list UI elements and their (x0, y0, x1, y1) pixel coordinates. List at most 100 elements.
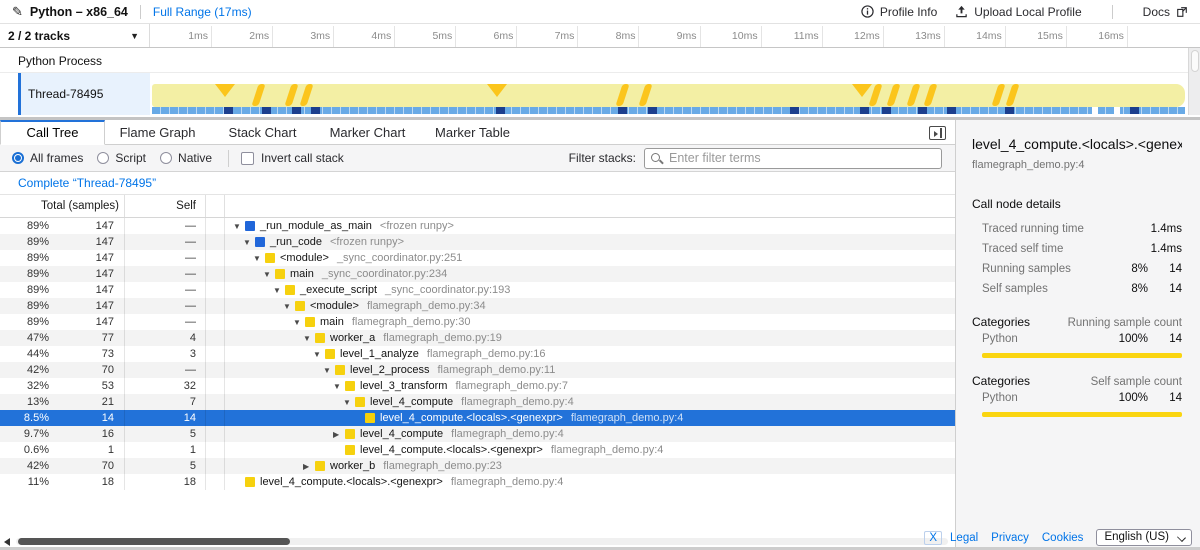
sample-strip (152, 107, 1185, 114)
table-row[interactable]: 13%217▼level_4_computeflamegraph_demo.py… (0, 394, 955, 410)
expander-collapse-icon[interactable]: ▼ (323, 366, 335, 375)
python-category-icon (345, 381, 355, 391)
column-header-self[interactable]: Self (125, 195, 206, 217)
table-row[interactable]: 42%705▶worker_bflamegraph_demo.py:23 (0, 458, 955, 474)
table-row[interactable]: 89%147—▼<module>flamegraph_demo.py:34 (0, 298, 955, 314)
table-row[interactable]: 47%774▼worker_aflamegraph_demo.py:19 (0, 330, 955, 346)
table-row[interactable]: 0.6%11level_4_compute.<locals>.<genexpr>… (0, 442, 955, 458)
ruler-tick-label: 9ms (677, 30, 697, 42)
python-category-icon (325, 349, 335, 359)
scrollbar-thumb[interactable] (1191, 50, 1199, 72)
expander-expand-icon[interactable]: ▶ (303, 462, 315, 471)
upload-profile-button[interactable]: Upload Local Profile (955, 5, 1081, 19)
table-row[interactable]: 42%70—▼level_2_processflamegraph_demo.py… (0, 362, 955, 378)
expander-collapse-icon[interactable]: ▼ (273, 286, 285, 295)
row-total-samples: 147 (49, 236, 119, 248)
open-sidebar-toggle[interactable] (929, 126, 946, 140)
breadcrumb-root[interactable]: Complete “Thread-78495” (18, 176, 156, 190)
table-row[interactable]: 32%5332▼level_3_transformflamegraph_demo… (0, 378, 955, 394)
table-row[interactable]: 89%147—▼_execute_script_sync_coordinator… (0, 282, 955, 298)
ruler-tick-label: 13ms (915, 30, 941, 42)
docs-button[interactable]: Docs (1143, 5, 1188, 19)
python-category-icon (305, 317, 315, 327)
radio-native[interactable] (160, 152, 172, 164)
table-row[interactable]: 89%147—▼<module>_sync_coordinator.py:251 (0, 250, 955, 266)
expander-expand-icon[interactable]: ▶ (333, 430, 345, 439)
expander-collapse-icon[interactable]: ▼ (233, 222, 245, 231)
tracks-dropdown[interactable]: 2 / 2 tracks ▼ (0, 24, 150, 47)
expander-collapse-icon[interactable]: ▼ (283, 302, 295, 311)
expander-collapse-icon[interactable]: ▼ (263, 270, 275, 279)
timeline-vertical-scrollbar[interactable] (1188, 48, 1200, 115)
tab-flame-graph[interactable]: Flame Graph (105, 120, 210, 145)
radio-script-label[interactable]: Script (115, 151, 146, 165)
full-range-breadcrumb[interactable]: Full Range (17ms) (153, 5, 252, 19)
python-category-icon (245, 477, 255, 487)
table-row[interactable]: 89%147—▼_run_code<frozen runpy> (0, 234, 955, 250)
row-self-samples: — (125, 266, 206, 282)
language-select[interactable]: English (US) (1096, 529, 1192, 546)
table-row[interactable]: 9.7%165▶level_4_computeflamegraph_demo.p… (0, 426, 955, 442)
scroll-left-arrow-icon[interactable] (4, 538, 10, 546)
sample-dark-segment (618, 107, 627, 114)
radio-script[interactable] (97, 152, 109, 164)
thread-activity-graph[interactable] (150, 73, 1188, 115)
footer-link-legal[interactable]: Legal (950, 532, 978, 544)
table-row[interactable]: 8.5%1414level_4_compute.<locals>.<genexp… (0, 410, 955, 426)
table-row[interactable]: 89%147—▼mainflamegraph_demo.py:30 (0, 314, 955, 330)
edit-profile-name-icon[interactable]: ✎ (12, 4, 23, 20)
sample-dark-segment (1005, 107, 1014, 114)
process-track-row[interactable]: Python Process (0, 48, 1188, 73)
tab-marker-chart[interactable]: Marker Chart (315, 120, 420, 145)
expander-collapse-icon[interactable]: ▼ (333, 382, 345, 391)
row-file-location: flamegraph_demo.py:7 (455, 380, 568, 392)
radio-native-label[interactable]: Native (178, 151, 212, 165)
ruler-tick: 13ms (944, 26, 945, 47)
radio-all-frames-label[interactable]: All frames (30, 151, 83, 165)
category-percent: 100% (1104, 333, 1148, 345)
profile-name[interactable]: Python – x86_64 (30, 5, 128, 19)
chevron-down-icon: ▼ (130, 31, 139, 41)
row-total-percent: 89% (0, 316, 49, 328)
expander-collapse-icon[interactable]: ▼ (253, 254, 265, 263)
horizontal-scrollbar-thumb[interactable] (18, 538, 290, 545)
table-row[interactable]: 44%733▼level_1_analyzeflamegraph_demo.py… (0, 346, 955, 362)
detail-value: 1.4ms (1148, 243, 1182, 255)
expander-collapse-icon[interactable]: ▼ (303, 334, 315, 343)
detail-label: Running samples (982, 263, 1104, 275)
row-function-name: _execute_script (300, 284, 377, 296)
expander-collapse-icon[interactable]: ▼ (243, 238, 255, 247)
detail-label: Traced self time (982, 243, 1104, 255)
footer-close-button[interactable]: X (924, 531, 942, 545)
python-category-icon (315, 333, 325, 343)
expander-collapse-icon[interactable]: ▼ (343, 398, 355, 407)
chevron-down-icon (1177, 533, 1186, 542)
detail-value: 14 (1148, 283, 1182, 295)
column-header-total[interactable]: Total (samples) (0, 195, 125, 217)
row-file-location: _sync_coordinator.py:193 (385, 284, 510, 296)
expander-collapse-icon[interactable]: ▼ (293, 318, 305, 327)
radio-all-frames[interactable] (12, 152, 24, 164)
python-category-icon (285, 285, 295, 295)
python-category-icon (295, 301, 305, 311)
profile-info-button[interactable]: Profile Info (861, 5, 937, 19)
tab-marker-table[interactable]: Marker Table (420, 120, 525, 145)
expander-collapse-icon[interactable]: ▼ (313, 350, 325, 359)
category-percent: 100% (1104, 392, 1148, 404)
footer-link-cookies[interactable]: Cookies (1042, 532, 1084, 544)
footer-link-privacy[interactable]: Privacy (991, 532, 1029, 544)
row-total-samples: 70 (49, 460, 119, 472)
invert-call-stack-checkbox[interactable] (241, 152, 254, 165)
filter-search-input[interactable] (669, 149, 937, 168)
tab-call-tree[interactable]: Call Tree (0, 120, 105, 145)
column-header-spacer (206, 195, 225, 217)
invert-call-stack-label[interactable]: Invert call stack (261, 151, 344, 165)
tab-stack-chart[interactable]: Stack Chart (210, 120, 315, 145)
ruler-tick-label: 5ms (432, 30, 452, 42)
table-row[interactable]: 89%147—▼_run_module_as_main<frozen runpy… (0, 218, 955, 234)
table-row[interactable]: 11%1818level_4_compute.<locals>.<genexpr… (0, 474, 955, 490)
row-total-samples: 77 (49, 332, 119, 344)
row-self-samples: 14 (125, 410, 206, 426)
table-row[interactable]: 89%147—▼main_sync_coordinator.py:234 (0, 266, 955, 282)
row-self-samples: 1 (125, 442, 206, 458)
